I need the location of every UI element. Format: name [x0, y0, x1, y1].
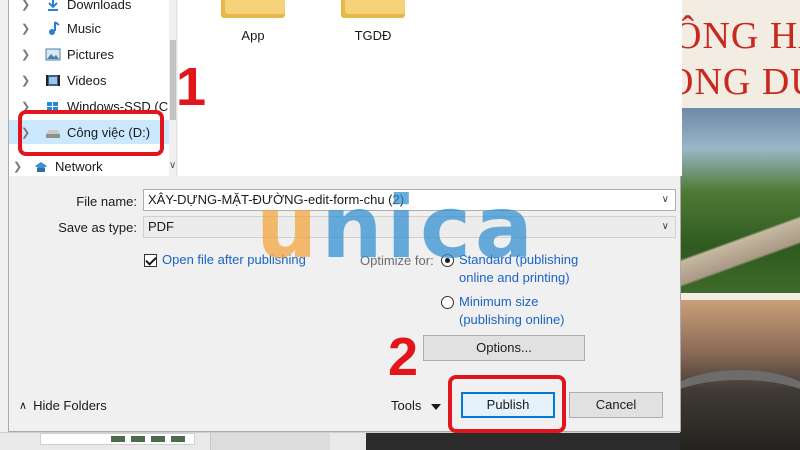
- step-1-marker: 1: [176, 57, 207, 117]
- background-photo-mountain-road: [680, 300, 800, 450]
- unica-watermark-logo: unica: [256, 178, 537, 278]
- sidebar-item-videos[interactable]: ❯ Videos: [9, 68, 176, 92]
- sidebar-item-label: Music: [67, 20, 101, 36]
- sidebar-item-pictures[interactable]: ❯ Pictures: [9, 42, 176, 66]
- chevron-down-icon[interactable]: ∨: [662, 217, 669, 237]
- tools-label: Tools: [391, 398, 422, 413]
- sidebar-item-label: Network: [55, 158, 103, 174]
- download-icon: [45, 0, 61, 12]
- step-2-highlight: [448, 375, 566, 433]
- background-dark-area: [366, 433, 680, 450]
- chevron-down-icon[interactable]: ∨: [169, 160, 176, 171]
- background-strip: [0, 432, 680, 450]
- open-after-publishing-checkbox[interactable]: [144, 254, 157, 267]
- chevron-up-icon: ∧: [19, 400, 28, 412]
- save-as-type-value: PDF: [148, 219, 174, 234]
- optimize-minimum-label-line2[interactable]: (publishing online): [459, 312, 565, 327]
- page-thumbnail: [40, 433, 195, 445]
- sidebar-item-label: Pictures: [67, 46, 114, 62]
- file-name-label: File name:: [76, 194, 137, 209]
- hide-folders-label: Hide Folders: [33, 398, 107, 413]
- save-as-type-label: Save as type:: [58, 220, 137, 235]
- folder-name: App: [241, 28, 265, 43]
- chevron-right-icon[interactable]: ❯: [21, 0, 31, 11]
- background-pane: [210, 433, 330, 450]
- chevron-right-icon[interactable]: ❯: [21, 22, 31, 35]
- network-icon: [33, 158, 49, 174]
- chevron-right-icon[interactable]: ❯: [21, 48, 31, 61]
- step-1-highlight: [18, 110, 164, 156]
- sidebar-item-label: Downloads: [67, 0, 132, 12]
- sidebar-item-network[interactable]: ❯ Network: [9, 154, 176, 176]
- chevron-down-icon[interactable]: ∨: [662, 190, 669, 210]
- dropdown-arrow-icon: [431, 403, 442, 410]
- step-2-marker: 2: [388, 327, 419, 387]
- folder-item[interactable]: App: [208, 0, 298, 43]
- chevron-right-icon[interactable]: ❯: [21, 74, 31, 87]
- background-headline-1: ÔNG HA: [680, 15, 800, 57]
- sidebar-item-music[interactable]: ❯ Music: [9, 16, 176, 40]
- hide-folders-toggle[interactable]: ∧ Hide Folders: [19, 398, 107, 413]
- videos-icon: [45, 72, 61, 88]
- chevron-right-icon[interactable]: ❯: [13, 160, 23, 173]
- music-icon: [45, 20, 61, 36]
- folder-icon: [341, 0, 405, 18]
- cancel-button[interactable]: Cancel: [569, 392, 663, 418]
- sidebar-item-downloads[interactable]: ❯ Downloads: [9, 0, 176, 16]
- folder-icon: [221, 0, 285, 18]
- pictures-icon: [45, 46, 61, 62]
- background-document: ÔNG HA ONG DU: [680, 0, 800, 450]
- background-headline-2: ONG DU: [680, 61, 800, 103]
- folder-item[interactable]: TGDĐ: [328, 0, 418, 43]
- optimize-minimum-radio[interactable]: [441, 296, 454, 309]
- options-button[interactable]: Options...: [423, 335, 585, 361]
- sidebar-item-label: Videos: [67, 72, 107, 88]
- file-list[interactable]: App TGDĐ: [178, 0, 682, 176]
- folder-name: TGDĐ: [354, 28, 392, 43]
- tools-dropdown[interactable]: Tools: [391, 398, 442, 413]
- background-photo-road: [680, 108, 800, 293]
- optimize-minimum-label-line1[interactable]: Minimum size: [459, 294, 538, 309]
